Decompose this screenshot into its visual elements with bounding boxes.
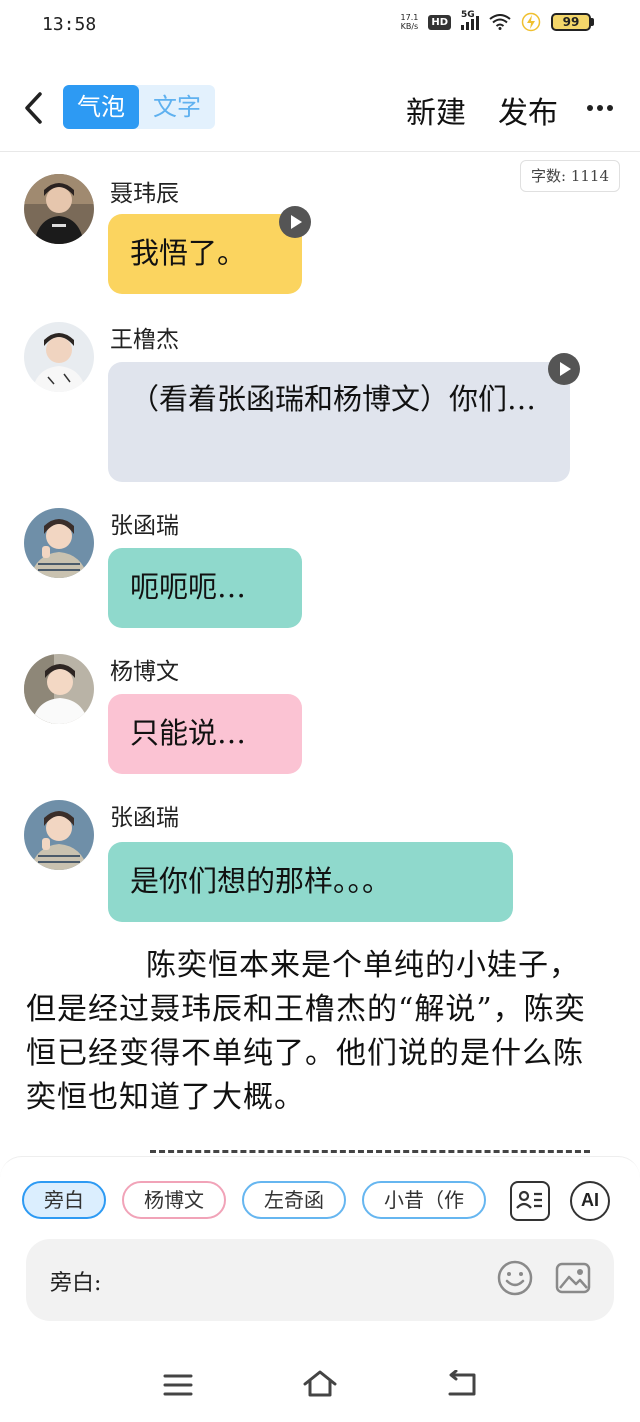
back-icon[interactable] — [18, 88, 48, 128]
message-bubble[interactable]: （看着张函瑞和杨博文）你们… — [108, 362, 570, 482]
speaker-name: 杨博文 — [110, 659, 179, 685]
message-bubble[interactable]: 呃呃呃… — [108, 548, 302, 628]
role-chip[interactable]: 杨博文 — [122, 1181, 226, 1219]
message-bubble[interactable]: 只能说… — [108, 694, 302, 774]
list-icon — [516, 1190, 542, 1209]
play-icon[interactable] — [279, 206, 311, 238]
net-speed-value: 17.1 — [400, 13, 419, 22]
ai-button[interactable]: AI — [570, 1181, 610, 1221]
message-bubble[interactable]: 我悟了。 — [108, 214, 302, 294]
battery-icon: 99 — [551, 13, 594, 31]
emoji-icon[interactable] — [496, 1259, 534, 1297]
more-icon[interactable] — [586, 104, 614, 112]
narration-paragraph[interactable]: 陈奕恒本来是个单纯的小娃子，但是经过聂玮辰和王橹杰的“解说”，陈奕恒已经变得不单… — [26, 944, 606, 1120]
status-bar: 13:58 17.1 KB/s HD 5G 99 — [0, 0, 640, 50]
speaker-label: 旁白: — [50, 1271, 102, 1296]
hd-badge: HD — [428, 14, 451, 30]
avatar[interactable] — [24, 800, 94, 870]
charging-icon — [521, 12, 541, 32]
speaker-name: 张函瑞 — [110, 805, 179, 831]
speaker-name: 王橹杰 — [110, 327, 179, 353]
new-button[interactable]: 新建 — [406, 88, 466, 132]
mode-switch: 气泡 文字 — [63, 85, 215, 129]
wifi-icon — [489, 14, 511, 30]
speaker-name: 张函瑞 — [110, 513, 179, 539]
menu-icon[interactable] — [163, 1372, 193, 1398]
role-chip[interactable]: 左奇函 — [242, 1181, 346, 1219]
net-speed: 17.1 KB/s — [401, 13, 419, 31]
word-count: 字数: 1114 — [520, 160, 620, 192]
message-bubble[interactable]: 是你们想的那样。。。 — [108, 842, 513, 922]
role-chip-narrator[interactable]: 旁白 — [22, 1181, 106, 1219]
system-nav-bar — [0, 1346, 640, 1422]
status-time: 13:58 — [42, 14, 97, 35]
avatar[interactable] — [24, 174, 94, 244]
signal-icon: 5G — [461, 10, 479, 30]
avatar[interactable] — [24, 654, 94, 724]
speaker-name: 聂玮辰 — [110, 181, 179, 207]
editor-header: 气泡 文字 新建 发布 — [0, 62, 640, 152]
publish-button[interactable]: 发布 — [498, 88, 558, 132]
battery-level: 99 — [551, 13, 591, 31]
input-panel: 旁白 杨博文 左奇函 小昔（作 AI 旁白: — [0, 1156, 640, 1346]
role-chip[interactable]: 小昔（作 — [362, 1181, 486, 1219]
net-speed-unit: KB/s — [400, 22, 419, 31]
avatar[interactable] — [24, 508, 94, 578]
tab-bubble[interactable]: 气泡 — [63, 85, 139, 129]
return-icon[interactable] — [446, 1370, 478, 1398]
role-selector: 旁白 杨博文 左奇函 小昔（作 — [22, 1181, 492, 1221]
avatar[interactable] — [24, 322, 94, 392]
home-icon[interactable] — [302, 1368, 338, 1398]
divider — [150, 1150, 590, 1153]
tab-text[interactable]: 文字 — [139, 85, 215, 129]
image-icon[interactable] — [554, 1259, 592, 1297]
status-icons: 17.1 KB/s HD 5G 99 — [401, 10, 594, 32]
message-input[interactable] — [126, 1257, 486, 1301]
role-list-button[interactable] — [510, 1181, 550, 1221]
play-icon[interactable] — [548, 353, 580, 385]
message-composer: 旁白: — [26, 1239, 614, 1321]
network-type: 5G — [461, 10, 475, 20]
